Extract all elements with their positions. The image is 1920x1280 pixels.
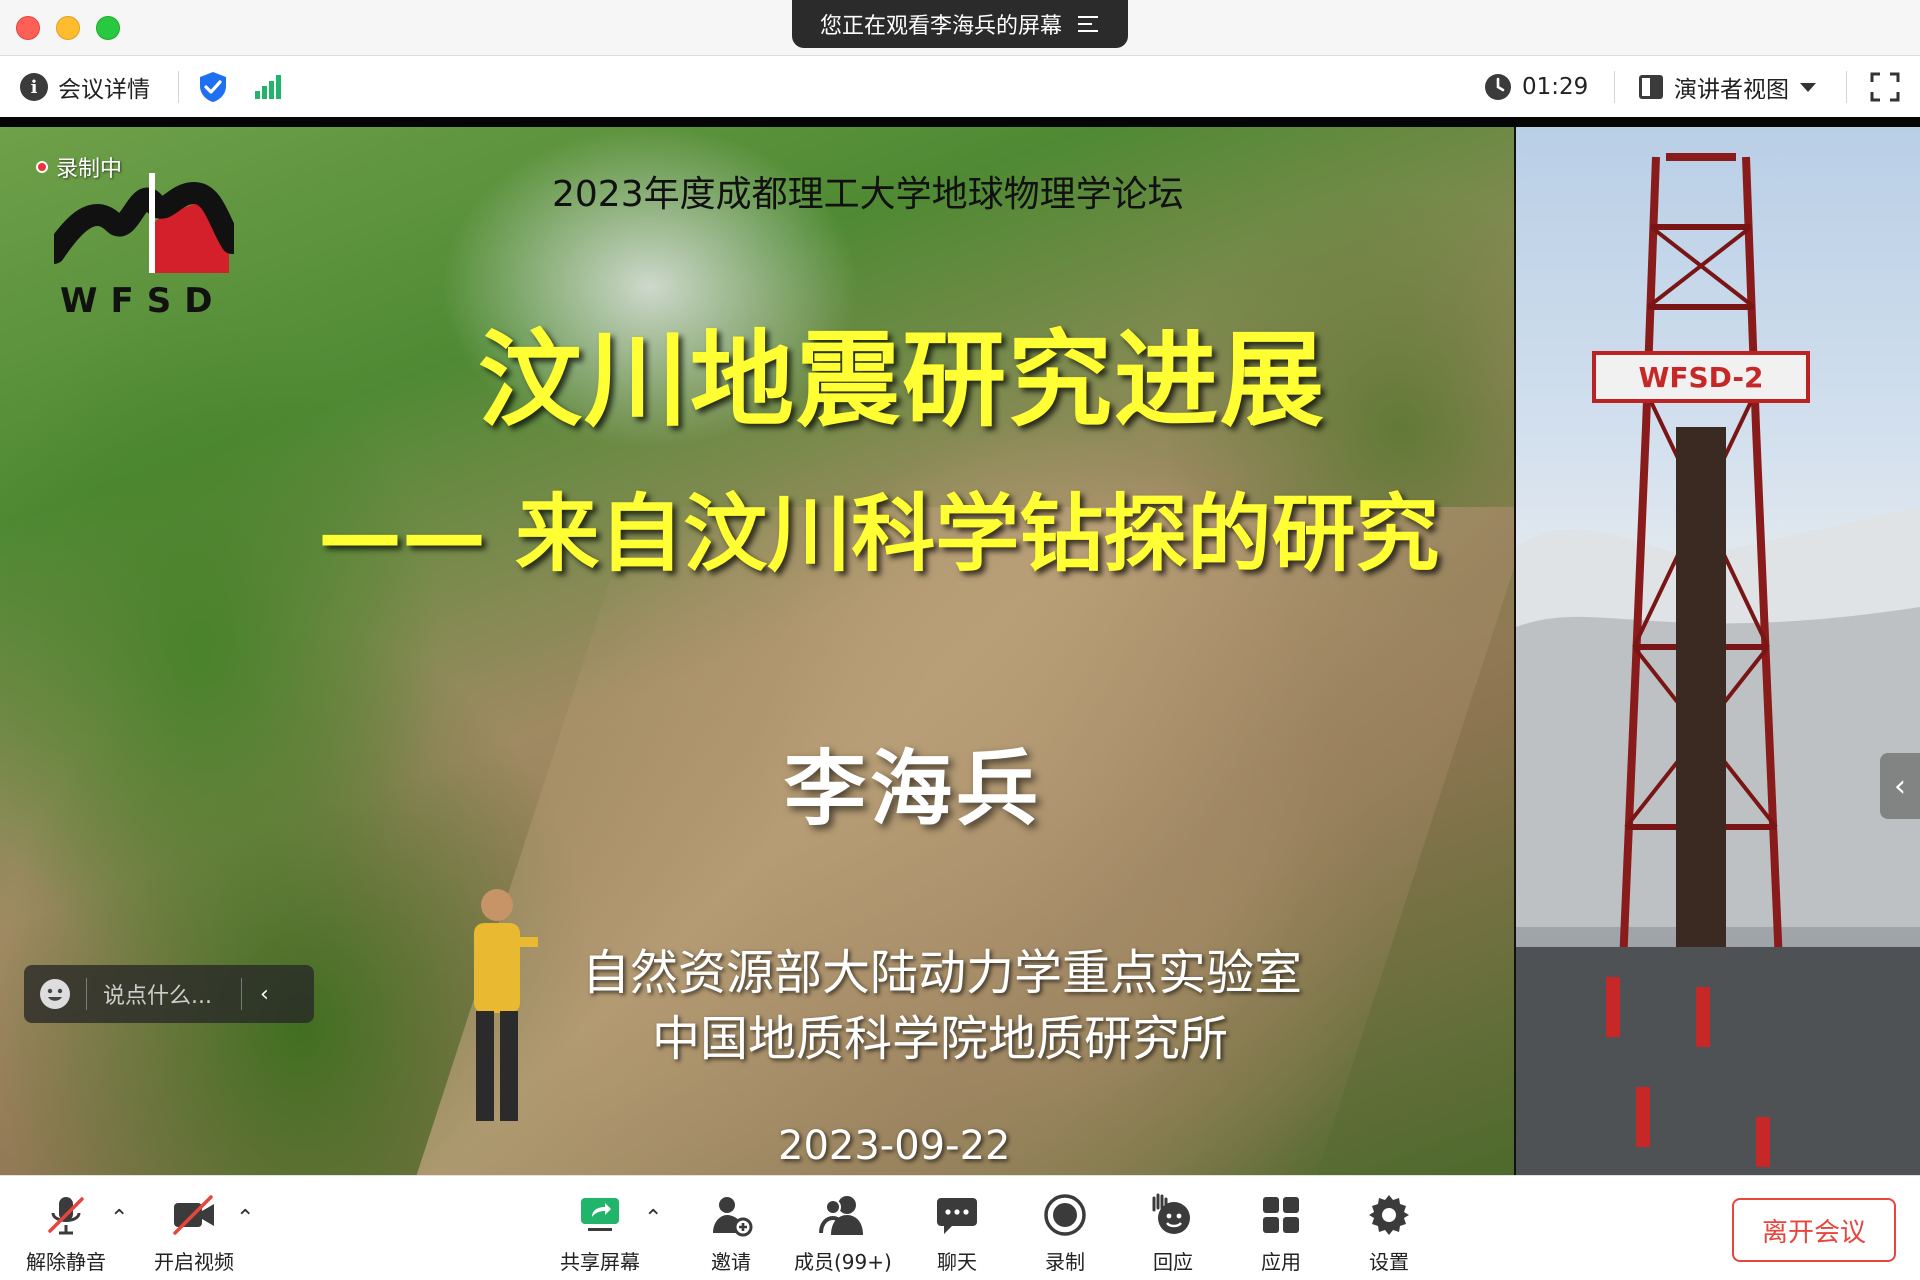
slide-date: 2023-09-22 <box>778 1123 1011 1169</box>
gear-icon <box>1364 1190 1414 1240</box>
wfsd-logo: WFSD <box>43 163 243 323</box>
record-label: 录制 <box>1045 1250 1085 1274</box>
video-off-icon <box>169 1190 219 1240</box>
meeting-toolbar: 解除静音 ⌃ 开启视频 ⌃ 共享屏幕 ⌃ 邀请 成员(99+) 聊天 录制 回应… <box>0 1175 1920 1280</box>
chat-input-placeholder[interactable]: 说点什么... <box>103 978 233 1010</box>
network-signal-button[interactable] <box>254 57 282 117</box>
share-screen-label: 共享屏幕 <box>560 1250 640 1274</box>
apps-grid-icon <box>1256 1190 1306 1240</box>
rig-sign-label: WFSD-2 <box>1638 361 1763 394</box>
caret-down-icon <box>1800 83 1816 92</box>
drilling-rig-image: WFSD-2 <box>1516 153 1920 1175</box>
divider <box>1846 71 1847 103</box>
members-icon <box>818 1190 868 1240</box>
react-button[interactable]: 回应 <box>1148 1190 1198 1275</box>
share-screen-button[interactable]: 共享屏幕 <box>560 1190 640 1275</box>
start-video-label: 开启视频 <box>154 1250 234 1274</box>
geologist-figure-image <box>474 889 538 1121</box>
divider <box>1614 71 1615 103</box>
zoom-window-button[interactable] <box>96 16 120 40</box>
menu-icon[interactable] <box>1078 16 1100 32</box>
presentation-slide: WFSD 录制中 2023年度成都理工大学地球物理学论坛 汶川地震研究进展 ——… <box>0 127 1514 1175</box>
close-window-button[interactable] <box>16 16 40 40</box>
divider <box>86 978 87 1010</box>
slide-subtitle: —— 来自汶川科学钻探的研究 <box>318 485 1440 583</box>
slide-institution-2: 中国地质科学院地质研究所 <box>652 1011 1229 1067</box>
fullscreen-icon <box>1870 72 1900 102</box>
chevron-left-icon[interactable]: ‹ <box>260 982 269 1007</box>
timer-value: 01:29 <box>1522 74 1589 100</box>
apps-label: 应用 <box>1261 1250 1301 1274</box>
meeting-info-button[interactable]: i 会议详情 <box>20 57 150 117</box>
invite-label: 邀请 <box>711 1250 751 1274</box>
meeting-window: 您正在观看李海兵的屏幕 i 会议详情 01:29 演讲者视图 WFSD 录制中 … <box>0 0 1920 1280</box>
muted-microphone-icon <box>41 1190 91 1240</box>
divider <box>178 71 179 103</box>
invite-button[interactable]: 邀请 <box>706 1190 756 1275</box>
share-viewing-banner[interactable]: 您正在观看李海兵的屏幕 <box>792 0 1128 48</box>
meeting-info-bar: i 会议详情 01:29 演讲者视图 <box>0 57 1920 117</box>
chat-input-overlay[interactable]: 说点什么... ‹ <box>24 965 314 1023</box>
share-banner-text: 您正在观看李海兵的屏幕 <box>819 14 1062 39</box>
view-mode-dropdown[interactable]: 演讲者视图 <box>1638 57 1817 117</box>
chat-button[interactable]: 聊天 <box>932 1190 982 1275</box>
chevron-left-icon: ‹ <box>1894 768 1906 804</box>
unmute-button[interactable]: 解除静音 <box>26 1190 106 1275</box>
minimize-window-button[interactable] <box>56 16 80 40</box>
logo-text: WFSD <box>60 281 226 321</box>
recording-dot-icon <box>36 161 48 173</box>
meeting-timer: 01:29 <box>1484 57 1588 117</box>
shared-screen: WFSD 录制中 2023年度成都理工大学地球物理学论坛 汶川地震研究进展 ——… <box>0 117 1920 1175</box>
recording-indicator: 录制中 <box>36 151 122 183</box>
share-options-caret[interactable]: ⌃ <box>644 1206 662 1231</box>
meeting-info-label: 会议详情 <box>58 77 150 103</box>
slide-main-title: 汶川地震研究进展 <box>478 319 1327 441</box>
chat-bubble-icon <box>932 1190 982 1240</box>
settings-label: 设置 <box>1369 1250 1409 1274</box>
slide-forum-title: 2023年度成都理工大学地球物理学论坛 <box>552 174 1184 215</box>
title-bar: 您正在观看李海兵的屏幕 <box>0 0 1920 56</box>
record-icon <box>1040 1190 1090 1240</box>
collapse-video-panel-button[interactable]: ‹ <box>1880 753 1920 819</box>
apps-button[interactable]: 应用 <box>1256 1190 1306 1275</box>
fullscreen-button[interactable] <box>1870 57 1900 117</box>
speaker-view-icon <box>1639 75 1663 99</box>
record-button[interactable]: 录制 <box>1040 1190 1090 1275</box>
react-label: 回应 <box>1153 1250 1193 1274</box>
unmute-label: 解除静音 <box>26 1250 106 1274</box>
leave-meeting-button[interactable]: 离开会议 <box>1732 1198 1896 1262</box>
share-screen-icon <box>575 1190 625 1240</box>
screen-top-strip <box>0 117 1920 127</box>
clock-icon <box>1485 74 1511 100</box>
start-video-button[interactable]: 开启视频 <box>154 1190 234 1275</box>
raise-hand-emoji-icon <box>1148 1190 1198 1240</box>
recording-label: 录制中 <box>56 157 123 182</box>
members-label: 成员(99+) <box>794 1250 892 1274</box>
add-user-icon <box>706 1190 756 1240</box>
settings-button[interactable]: 设置 <box>1364 1190 1414 1275</box>
security-shield-button[interactable] <box>198 57 228 117</box>
members-button[interactable]: 成员(99+) <box>794 1190 892 1275</box>
emoji-icon[interactable] <box>40 979 70 1009</box>
speaker-video-tile: WFSD-2 <box>1516 127 1920 1175</box>
divider <box>241 978 242 1010</box>
signal-bars-icon <box>255 75 281 99</box>
view-mode-label: 演讲者视图 <box>1674 77 1789 103</box>
slide-institution-1: 自然资源部大陆动力学重点实验室 <box>582 945 1303 1001</box>
chat-label: 聊天 <box>937 1250 977 1274</box>
slide-speaker-name: 李海兵 <box>784 742 1043 837</box>
shield-check-icon <box>200 72 226 102</box>
video-options-caret[interactable]: ⌃ <box>236 1206 254 1231</box>
landslide-slope-image <box>406 507 1514 1175</box>
audio-options-caret[interactable]: ⌃ <box>110 1206 128 1231</box>
info-icon: i <box>20 73 48 101</box>
